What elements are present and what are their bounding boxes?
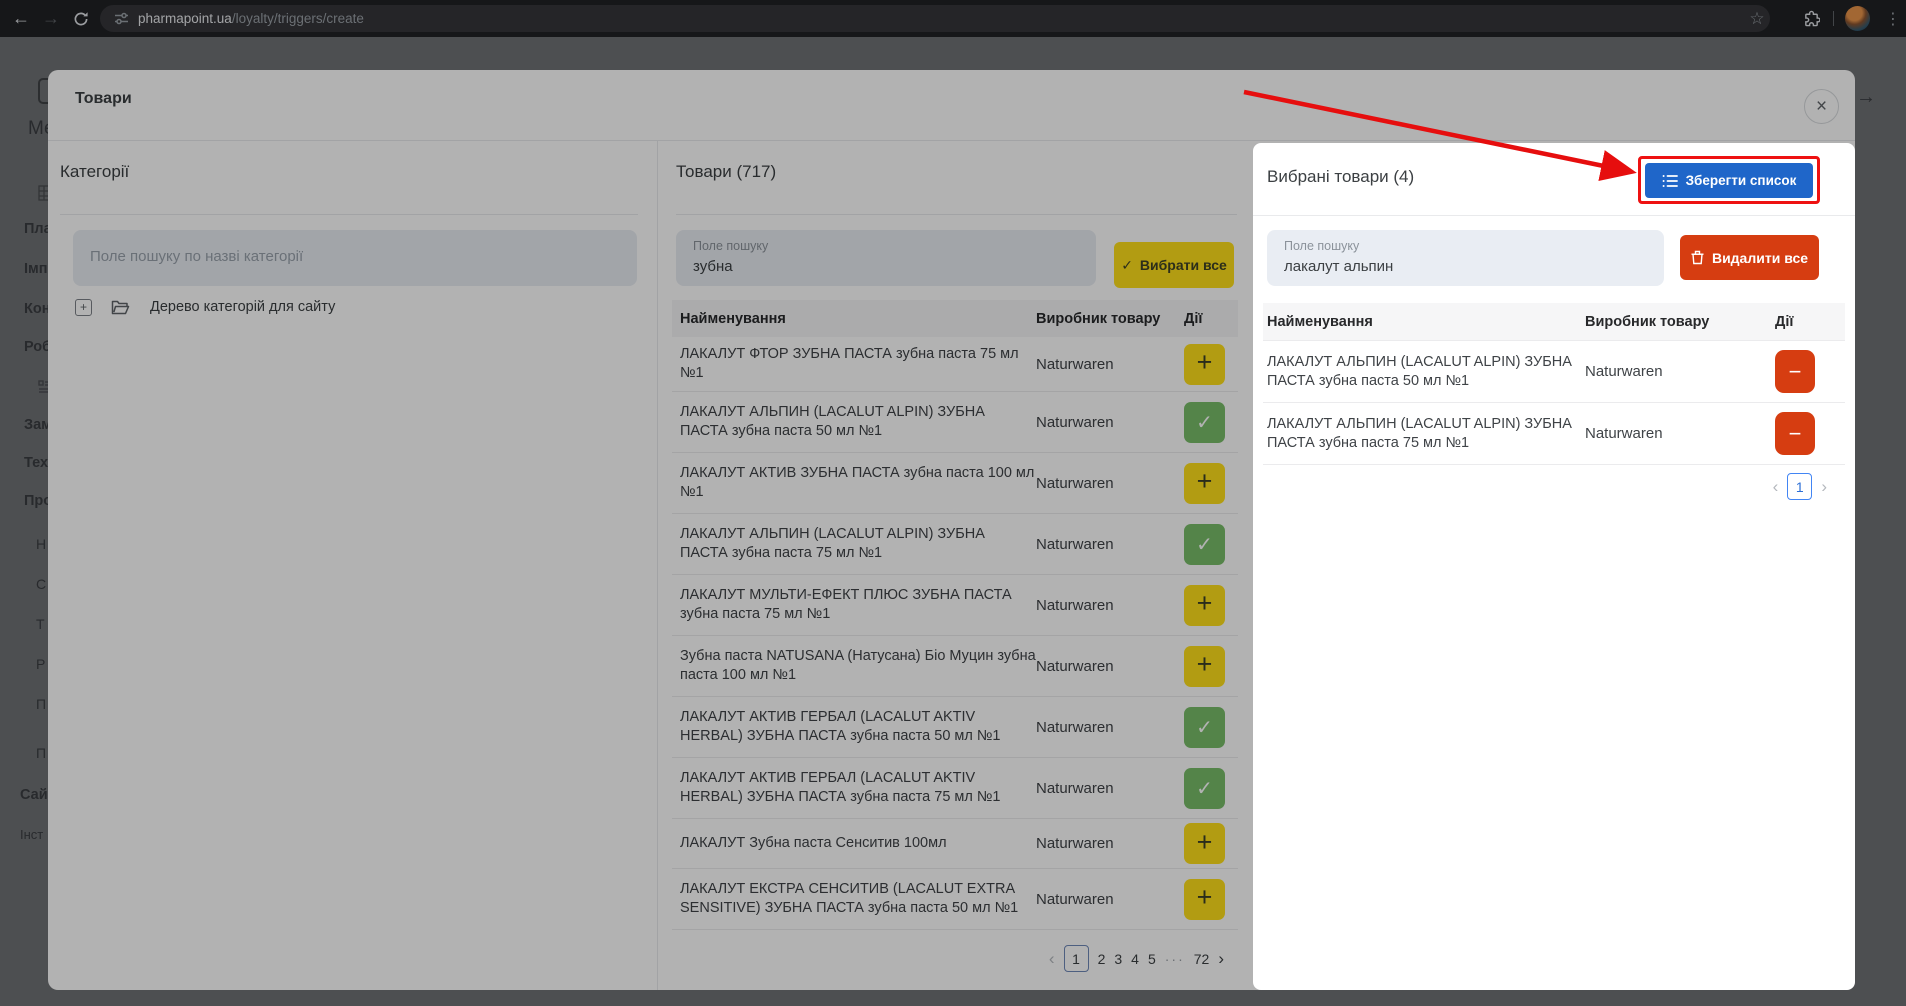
table-row: ЛАКАЛУТ АЛЬПИН (LACALUT ALPIN) ЗУБНА ПАС… <box>1263 403 1845 465</box>
delete-all-label: Видалити все <box>1712 250 1808 266</box>
product-name: ЛАКАЛУТ АЛЬПИН (LACALUT ALPIN) ЗУБНА ПАС… <box>1263 353 1585 391</box>
page-prev-icon: ‹ <box>1773 477 1779 497</box>
table-row: ЛАКАЛУТ АЛЬПИН (LACALUT ALPIN) ЗУБНА ПАС… <box>1263 341 1845 403</box>
selected-products-panel: Вибрані товари (4) Зберегти список Поле … <box>1253 143 1855 990</box>
trash-icon <box>1691 250 1704 265</box>
product-name: ЛАКАЛУТ АЛЬПИН (LACALUT ALPIN) ЗУБНА ПАС… <box>1263 415 1585 453</box>
page-current[interactable]: 1 <box>1787 473 1812 500</box>
highlight-box <box>1638 156 1820 204</box>
col-name: Найменування <box>1263 314 1585 330</box>
selected-pagination: ‹ 1 › <box>1773 473 1827 500</box>
annotation-arrow <box>1230 78 1660 188</box>
col-actions: Дії <box>1775 314 1793 330</box>
selected-table-header: Найменування Виробник товару Дії <box>1263 303 1845 340</box>
remove-product-button[interactable]: − <box>1775 412 1815 455</box>
remove-product-button[interactable]: − <box>1775 350 1815 393</box>
col-manufacturer: Виробник товару <box>1585 314 1775 330</box>
selected-table: ЛАКАЛУТ АЛЬПИН (LACALUT ALPIN) ЗУБНА ПАС… <box>1263 340 1845 465</box>
product-manufacturer: Naturwaren <box>1585 425 1775 442</box>
search-label: Поле пошуку <box>1284 239 1359 253</box>
page-next-icon: › <box>1821 477 1827 497</box>
screen: ← → pharmapoint.ua/loyalty/triggers/crea… <box>0 0 1906 1006</box>
search-value: лакалут альпин <box>1284 258 1393 275</box>
product-manufacturer: Naturwaren <box>1585 363 1775 380</box>
selected-search-input[interactable]: Поле пошуку лакалут альпин <box>1267 230 1664 286</box>
delete-all-button[interactable]: Видалити все <box>1680 235 1819 280</box>
